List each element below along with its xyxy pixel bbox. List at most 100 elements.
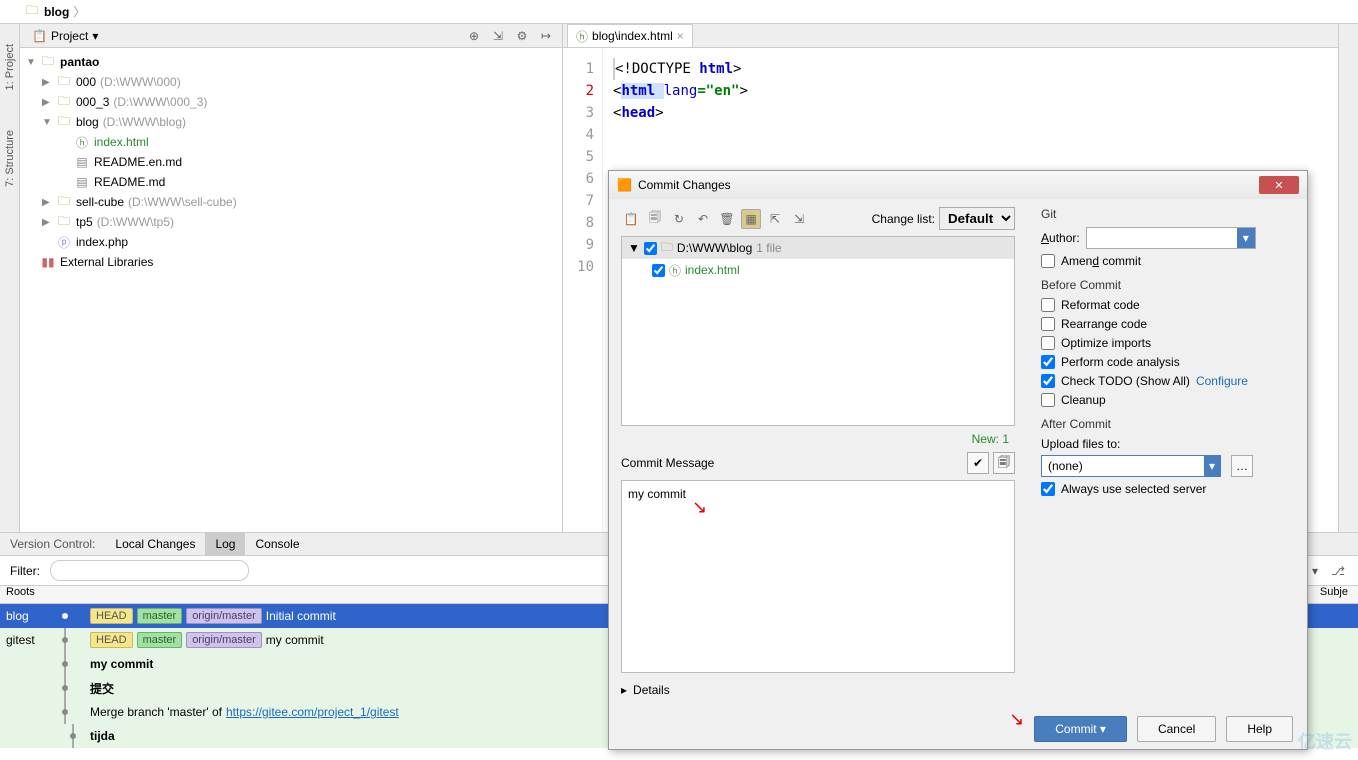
tab-structure[interactable]: 7: Structure xyxy=(4,130,16,187)
author-combo[interactable]: ▾ xyxy=(1086,227,1256,249)
dialog-title: Commit Changes xyxy=(638,178,731,192)
folder-icon: 🗀 xyxy=(24,4,40,20)
rearrange-checkbox[interactable] xyxy=(1041,317,1055,331)
refresh-icon[interactable]: ↻ xyxy=(669,209,689,229)
new-count: New: 1 xyxy=(621,432,1015,446)
expand-icon[interactable]: ⇱ xyxy=(765,209,785,229)
col-roots: Roots xyxy=(0,586,60,603)
after-commit-header: After Commit xyxy=(1041,417,1293,431)
git-header: Git xyxy=(1041,207,1293,221)
tree-file[interactable]: index.php xyxy=(76,235,128,249)
before-commit-header: Before Commit xyxy=(1041,278,1293,292)
group-icon[interactable]: ▦ xyxy=(741,209,761,229)
history-icon[interactable]: 🗐 xyxy=(993,452,1015,474)
analysis-checkbox[interactable] xyxy=(1041,355,1055,369)
vc-label: Version Control: xyxy=(0,537,105,551)
tree-root[interactable]: pantao xyxy=(60,55,99,69)
revert-icon[interactable]: ↶ xyxy=(693,209,713,229)
tree-file[interactable]: README.en.md xyxy=(94,155,182,169)
help-button[interactable]: Help xyxy=(1226,716,1293,742)
watermark: 亿速云 xyxy=(1298,728,1352,754)
html-icon: ⓗ xyxy=(74,134,90,151)
chevron-down-icon[interactable]: ▼ xyxy=(628,241,640,255)
change-list-label: Change list: xyxy=(872,212,935,226)
optimize-checkbox[interactable] xyxy=(1041,336,1055,350)
project-tree[interactable]: ▼🗀pantao ▶🗀000 (D:\WWW\000) ▶🗀000_3 (D:\… xyxy=(20,48,562,532)
amend-checkbox[interactable] xyxy=(1041,254,1055,268)
library-icon: ▮▮ xyxy=(40,255,56,269)
close-button[interactable]: ✕ xyxy=(1259,176,1299,194)
right-tool-strip xyxy=(1338,24,1358,532)
chevron-right-icon: ▸ xyxy=(621,683,627,697)
select-all-checkbox[interactable] xyxy=(644,242,657,255)
details-toggle[interactable]: ▸ Details xyxy=(621,679,1015,701)
folder-icon: 🗀 xyxy=(56,72,72,93)
author-input[interactable] xyxy=(1087,228,1237,242)
diff-icon[interactable]: 📋 xyxy=(621,209,641,229)
cancel-button[interactable]: Cancel xyxy=(1137,716,1216,742)
php-icon: ⓟ xyxy=(56,234,72,251)
commit-message-input[interactable]: my commit ↘ xyxy=(621,480,1015,673)
tree-node[interactable]: tp5 xyxy=(76,215,93,229)
commit-file-list[interactable]: ▼ 🗀 D:\WWW\blog 1 file ⓗ index.html xyxy=(621,236,1015,426)
tree-node[interactable]: 000_3 xyxy=(76,95,109,109)
collapse-icon[interactable]: ⇲ xyxy=(488,26,508,46)
app-icon: 🟧 xyxy=(617,178,632,192)
folder-icon: 🗀 xyxy=(56,92,72,113)
commit-toolbar: 📋 🗐 ↻ ↶ 🗑 ▦ ⇱ ⇲ Change list: Default xyxy=(621,207,1015,230)
editor-tab[interactable]: ⓗ blog\index.html × xyxy=(567,24,693,47)
tree-node[interactable]: sell-cube xyxy=(76,195,124,209)
dialog-titlebar[interactable]: 🟧 Commit Changes ✕ xyxy=(609,171,1307,199)
target-icon[interactable]: ⊕ xyxy=(464,26,484,46)
upload-combo[interactable]: (none)▾ xyxy=(1041,455,1221,477)
filter-input[interactable] xyxy=(50,560,249,581)
tab-local-changes[interactable]: Local Changes xyxy=(105,533,205,555)
change-list-select[interactable]: Default xyxy=(939,207,1015,230)
folder-icon: 🗀 xyxy=(56,212,72,233)
folder-icon: 🗀 xyxy=(56,192,72,213)
tree-file[interactable]: index.html xyxy=(94,135,149,149)
delete-icon[interactable]: 🗑 xyxy=(717,209,737,229)
tree-file[interactable]: README.md xyxy=(94,175,165,189)
tree-external-libs[interactable]: External Libraries xyxy=(60,255,153,269)
html-icon: ⓗ xyxy=(576,28,588,45)
tree-node[interactable]: 000 xyxy=(76,75,96,89)
commit-dialog: 🟧 Commit Changes ✕ 📋 🗐 ↻ ↶ 🗑 ▦ ⇱ ⇲ Chang… xyxy=(608,170,1308,750)
always-checkbox[interactable] xyxy=(1041,482,1055,496)
arrow-annotation: ↘ xyxy=(692,497,707,518)
branch-icon[interactable]: ⎇ xyxy=(1328,561,1348,581)
commit-button[interactable]: Commit ▾ xyxy=(1034,716,1127,742)
project-title[interactable]: 📋 Project ▾ xyxy=(26,27,104,45)
tab-console[interactable]: Console xyxy=(245,533,309,555)
folder-icon: 🗀 xyxy=(661,238,673,259)
filter-label: Filter: xyxy=(10,564,40,578)
html-icon: ⓗ xyxy=(669,262,681,279)
arrow-annotation: ↘ xyxy=(1009,709,1024,730)
more-button[interactable]: … xyxy=(1231,455,1253,477)
move-icon[interactable]: 🗐 xyxy=(645,209,665,229)
md-icon: ▤ xyxy=(74,175,90,189)
hide-icon[interactable]: ↦ xyxy=(536,26,556,46)
todo-checkbox[interactable] xyxy=(1041,374,1055,388)
amend-label: Amend commit xyxy=(1061,254,1141,268)
commit-file-row[interactable]: ⓗ index.html xyxy=(622,259,1014,281)
reformat-checkbox[interactable] xyxy=(1041,298,1055,312)
project-icon: 🗀 xyxy=(40,52,56,73)
chevron-down-icon[interactable]: ▾ xyxy=(1237,228,1255,248)
cleanup-checkbox[interactable] xyxy=(1041,393,1055,407)
breadcrumb-item[interactable]: blog xyxy=(44,5,69,19)
tab-project[interactable]: 1: Project xyxy=(4,44,16,90)
file-checkbox[interactable] xyxy=(652,264,665,277)
configure-link[interactable]: Configure xyxy=(1196,374,1248,388)
gear-icon[interactable]: ⚙ xyxy=(512,26,532,46)
close-icon[interactable]: × xyxy=(677,29,684,43)
chevron-down-icon[interactable]: ▾ xyxy=(1204,456,1220,476)
spellcheck-icon[interactable]: ✔ xyxy=(967,452,989,474)
collapse-icon[interactable]: ⇲ xyxy=(789,209,809,229)
tab-log[interactable]: Log xyxy=(205,533,245,555)
breadcrumb: 🗀 blog 〉 xyxy=(0,0,1358,24)
tree-node[interactable]: blog xyxy=(76,115,99,129)
upload-label: Upload files to: xyxy=(1041,437,1293,451)
project-pane: 📋 Project ▾ ⊕ ⇲ ⚙ ↦ ▼🗀pantao ▶🗀000 (D:\W… xyxy=(20,24,563,532)
folder-icon: 🗀 xyxy=(56,112,72,133)
